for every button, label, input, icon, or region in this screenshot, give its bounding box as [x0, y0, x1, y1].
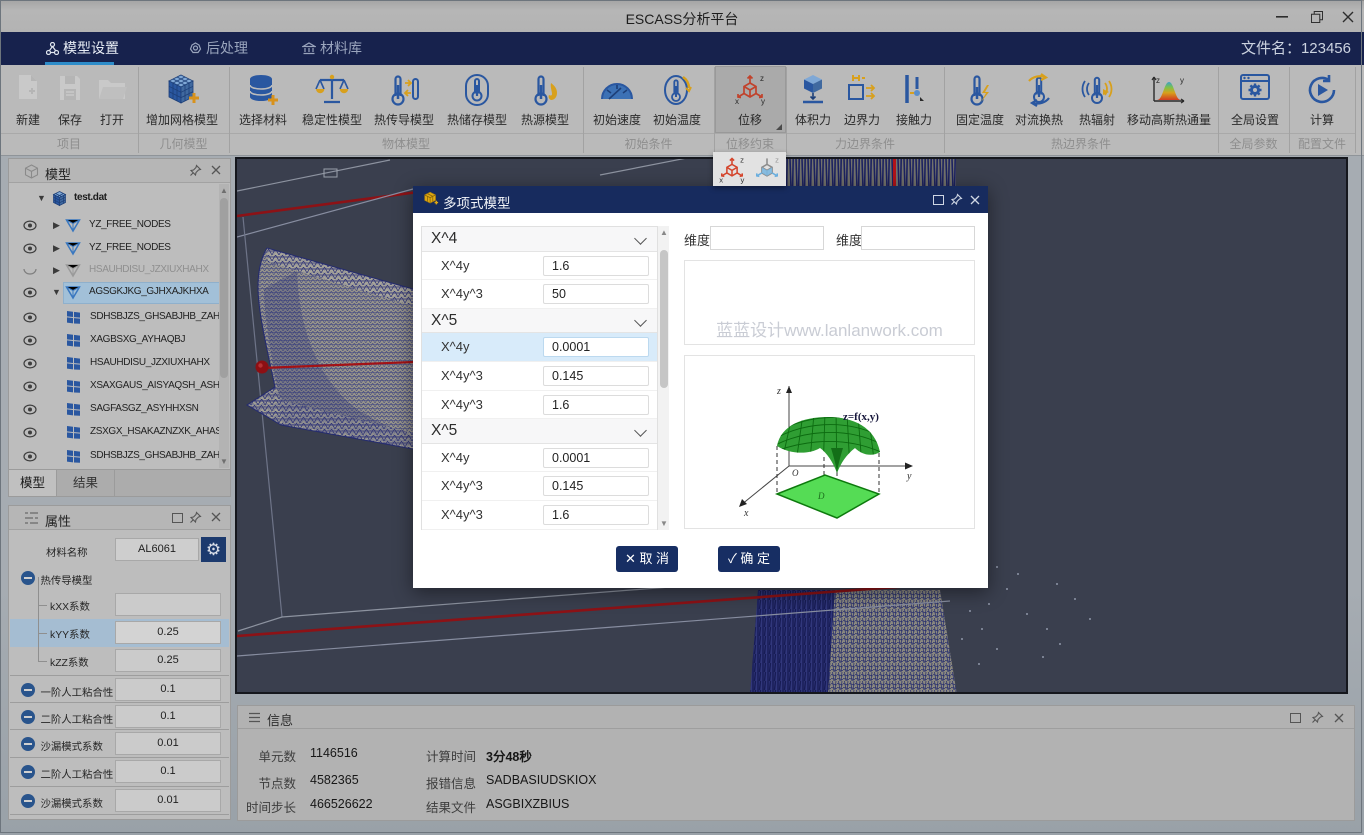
svg-text:z: z [775, 156, 779, 165]
svg-text:D: D [817, 491, 825, 501]
svg-text:z: z [740, 156, 744, 165]
svg-text:z: z [776, 386, 781, 397]
svg-text:x: x [719, 175, 723, 184]
svg-text:x: x [743, 508, 749, 519]
svg-text:O: O [792, 468, 799, 478]
svg-text:x: x [735, 97, 739, 106]
svg-text:y: y [906, 471, 912, 482]
svg-text:y: y [741, 175, 745, 184]
svg-text:y: y [761, 97, 765, 106]
svg-text:z: z [760, 74, 764, 83]
svg-text:z: z [1156, 76, 1160, 85]
svg-text:z=f(x,y): z=f(x,y) [843, 411, 879, 423]
svg-text:y: y [1180, 76, 1184, 85]
